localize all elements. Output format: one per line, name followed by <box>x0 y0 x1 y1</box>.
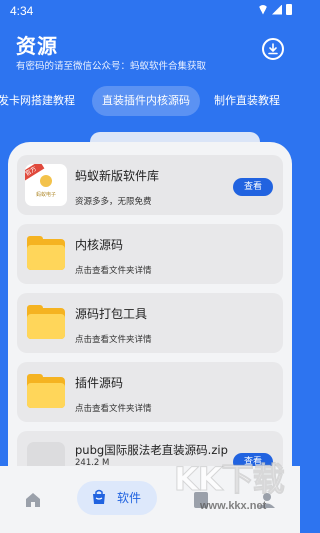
list-item[interactable]: 官方 蚂蚁电子 蚂蚁新版软件库 资源多多，无限免费 查看 <box>17 155 283 215</box>
status-bar: 4:34 <box>0 0 300 22</box>
item-desc: 点击查看文件夹详情 <box>75 266 152 276</box>
category-tabs: 发卡网搭建教程 直装插件内核源码 制作直装教程 <box>0 86 302 116</box>
folder-icon <box>27 374 65 408</box>
status-icons <box>258 4 292 15</box>
list-item[interactable]: 插件源码 点击查看文件夹详情 <box>17 362 283 422</box>
logo-text: 蚂蚁电子 <box>35 192 56 198</box>
folder-icon <box>27 236 65 270</box>
list-item[interactable]: 源码打包工具 点击查看文件夹详情 <box>17 293 283 353</box>
item-title: 插件源码 <box>75 376 124 390</box>
battery-icon <box>286 4 292 15</box>
home-icon[interactable] <box>24 491 42 509</box>
ant-logo-icon <box>40 175 52 187</box>
status-time: 4:34 <box>10 4 34 18</box>
page-title: 资源 <box>16 34 58 58</box>
signal-icon <box>272 4 282 15</box>
download-button[interactable] <box>262 38 284 60</box>
app-thumbnail: 官方 蚂蚁电子 <box>25 164 67 206</box>
nav-software-label: 软件 <box>117 491 142 505</box>
item-desc: 点击查看文件夹详情 <box>75 335 152 345</box>
folder-icon <box>27 305 65 339</box>
download-icon <box>268 43 278 55</box>
item-desc: 资源多多，无限免费 <box>75 197 152 207</box>
tab-make-tutorial[interactable]: 制作直装教程 <box>214 86 280 116</box>
view-button[interactable]: 查看 <box>233 178 273 196</box>
item-title: 源码打包工具 <box>75 307 148 321</box>
page-subtitle: 有密码的请至微信公众号：蚂蚁软件合集获取 <box>16 61 207 72</box>
item-title: 内核源码 <box>75 238 124 252</box>
wifi-icon <box>258 4 268 15</box>
watermark: KK下载 www.kkx.net <box>170 454 290 528</box>
nav-software[interactable]: 软件 <box>77 481 157 515</box>
watermark-url: www.kkx.net <box>200 500 267 512</box>
list-item[interactable]: 内核源码 点击查看文件夹详情 <box>17 224 283 284</box>
tab-card-site-tutorial[interactable]: 发卡网搭建教程 <box>0 86 75 116</box>
software-bag-icon <box>93 489 105 504</box>
tab-plugin-kernel-source[interactable]: 直装插件内核源码 <box>92 86 200 116</box>
item-desc: 点击查看文件夹详情 <box>75 404 152 414</box>
item-title: 蚂蚁新版软件库 <box>75 169 160 183</box>
watermark-logo: KK下载 <box>174 460 286 499</box>
